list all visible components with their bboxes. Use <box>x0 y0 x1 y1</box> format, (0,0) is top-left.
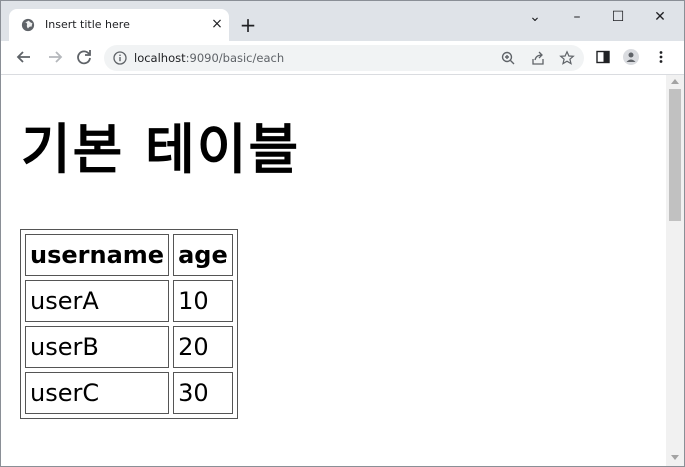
bookmark-star-icon[interactable] <box>559 50 575 66</box>
url-host: localhost <box>134 51 186 65</box>
close-window-button[interactable]: ✕ <box>648 7 672 27</box>
browser-tab[interactable]: Insert title here × <box>9 9 229 41</box>
zoom-icon[interactable] <box>500 50 516 66</box>
minimize-button[interactable]: – <box>565 7 589 27</box>
browser-toolbar: localhost:9090/basic/each <box>1 41 684 75</box>
scroll-down-arrow-icon[interactable] <box>671 455 679 460</box>
cell-age: 30 <box>173 372 233 414</box>
table-row: userC 30 <box>25 372 233 414</box>
forward-arrow-icon[interactable] <box>44 46 66 68</box>
scrollbar-thumb[interactable] <box>669 89 681 221</box>
cell-username: userC <box>25 372 170 414</box>
cell-age: 20 <box>173 326 233 368</box>
table-row: userB 20 <box>25 326 233 368</box>
browser-window: Insert title here × + ⌄ – ☐ ✕ localhost:… <box>0 0 685 467</box>
table-header-row: username age <box>25 234 233 276</box>
column-header-username: username <box>25 234 170 276</box>
kebab-menu-icon[interactable] <box>653 49 669 65</box>
cell-username: userB <box>25 326 170 368</box>
side-panel-icon[interactable] <box>595 49 611 65</box>
profile-avatar-icon[interactable] <box>623 49 639 65</box>
share-icon[interactable] <box>530 50 546 66</box>
tab-close-icon[interactable]: × <box>208 15 226 33</box>
cell-age: 10 <box>173 280 233 322</box>
url-text[interactable]: localhost:9090/basic/each <box>134 51 284 65</box>
info-icon[interactable] <box>113 51 127 65</box>
globe-icon <box>21 18 35 32</box>
reload-icon[interactable] <box>73 46 95 68</box>
vertical-scrollbar[interactable] <box>666 75 684 466</box>
page-title: 기본 테이블 <box>21 118 301 181</box>
user-table: username age userA 10 userB 20 userC 30 <box>20 229 238 419</box>
tab-strip: Insert title here × + ⌄ – ☐ ✕ <box>1 1 684 41</box>
new-tab-button[interactable]: + <box>237 14 259 36</box>
column-header-age: age <box>173 234 233 276</box>
page-content: 기본 테이블 username age userA 10 userB 20 us… <box>1 75 666 466</box>
address-bar[interactable]: localhost:9090/basic/each <box>104 45 584 71</box>
url-path: :9090/basic/each <box>185 51 285 65</box>
tab-title: Insert title here <box>45 18 130 31</box>
table-row: userA 10 <box>25 280 233 322</box>
cell-username: userA <box>25 280 170 322</box>
maximize-button[interactable]: ☐ <box>606 7 630 27</box>
scroll-up-arrow-icon[interactable] <box>671 79 679 84</box>
back-arrow-icon[interactable] <box>13 46 35 68</box>
tab-search-chevron-icon[interactable]: ⌄ <box>523 7 547 27</box>
